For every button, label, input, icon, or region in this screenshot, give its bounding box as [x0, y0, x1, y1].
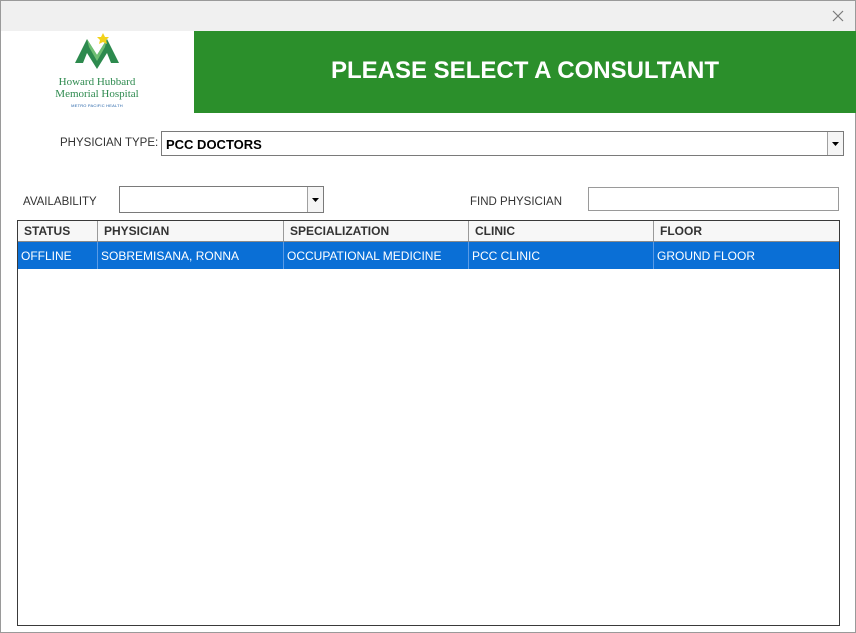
- availability-label: AVAILABILITY: [23, 196, 97, 208]
- consultant-dialog: Howard Hubbard Memorial Hospital METRO P…: [0, 0, 856, 633]
- column-header-physician[interactable]: PHYSICIAN: [98, 221, 284, 241]
- logo-line-1: Howard Hubbard: [58, 76, 136, 88]
- chevron-down-icon: [312, 197, 319, 202]
- column-header-specialization[interactable]: SPECIALIZATION: [284, 221, 469, 241]
- page-title: PLEASE SELECT A CONSULTANT: [330, 57, 719, 84]
- cell-clinic: PCC CLINIC: [469, 242, 654, 269]
- physician-type-select[interactable]: PCC DOCTORS: [161, 131, 844, 156]
- chevron-down-icon: [832, 141, 839, 146]
- title-bar: [1, 1, 855, 31]
- close-icon: [832, 10, 844, 22]
- header-banner: PLEASE SELECT A CONSULTANT: [194, 31, 856, 113]
- cell-floor: GROUND FLOOR: [657, 249, 756, 263]
- column-header-clinic[interactable]: CLINIC: [469, 221, 654, 241]
- availability-select[interactable]: [119, 186, 324, 213]
- find-physician-label: FIND PHYSICIAN: [470, 196, 563, 208]
- physician-type-value: PCC DOCTORS: [166, 137, 262, 152]
- column-header-status[interactable]: STATUS: [18, 221, 98, 241]
- availability-dropdown-button[interactable]: [307, 187, 323, 212]
- table-header: STATUS PHYSICIAN SPECIALIZATION CLINIC F…: [18, 221, 839, 242]
- hospital-logo: Howard Hubbard Memorial Hospital METRO P…: [1, 31, 193, 113]
- physician-type-dropdown-button[interactable]: [827, 132, 843, 155]
- physician-type-label: PHYSICIAN TYPE:: [60, 137, 159, 149]
- cell-specialization: OCCUPATIONAL MEDICINE: [284, 242, 469, 269]
- cell-physician: SOBREMISANA, RONNA: [98, 242, 284, 269]
- logo-line-2: Memorial Hospital: [55, 88, 139, 100]
- physician-table: STATUS PHYSICIAN SPECIALIZATION CLINIC F…: [17, 220, 840, 626]
- logo-name: Howard Hubbard Memorial Hospital: [1, 76, 193, 100]
- close-button[interactable]: [827, 6, 849, 26]
- find-physician-input[interactable]: [588, 187, 839, 211]
- column-header-floor[interactable]: FLOOR: [654, 221, 839, 241]
- hospital-logo-icon: [75, 33, 119, 69]
- logo-subtitle: METRO PACIFIC HEALTH: [71, 103, 123, 108]
- table-row[interactable]: OFFLINE SOBREMISANA, RONNA OCCUPATIONAL …: [18, 242, 839, 269]
- cell-status: OFFLINE: [18, 242, 98, 269]
